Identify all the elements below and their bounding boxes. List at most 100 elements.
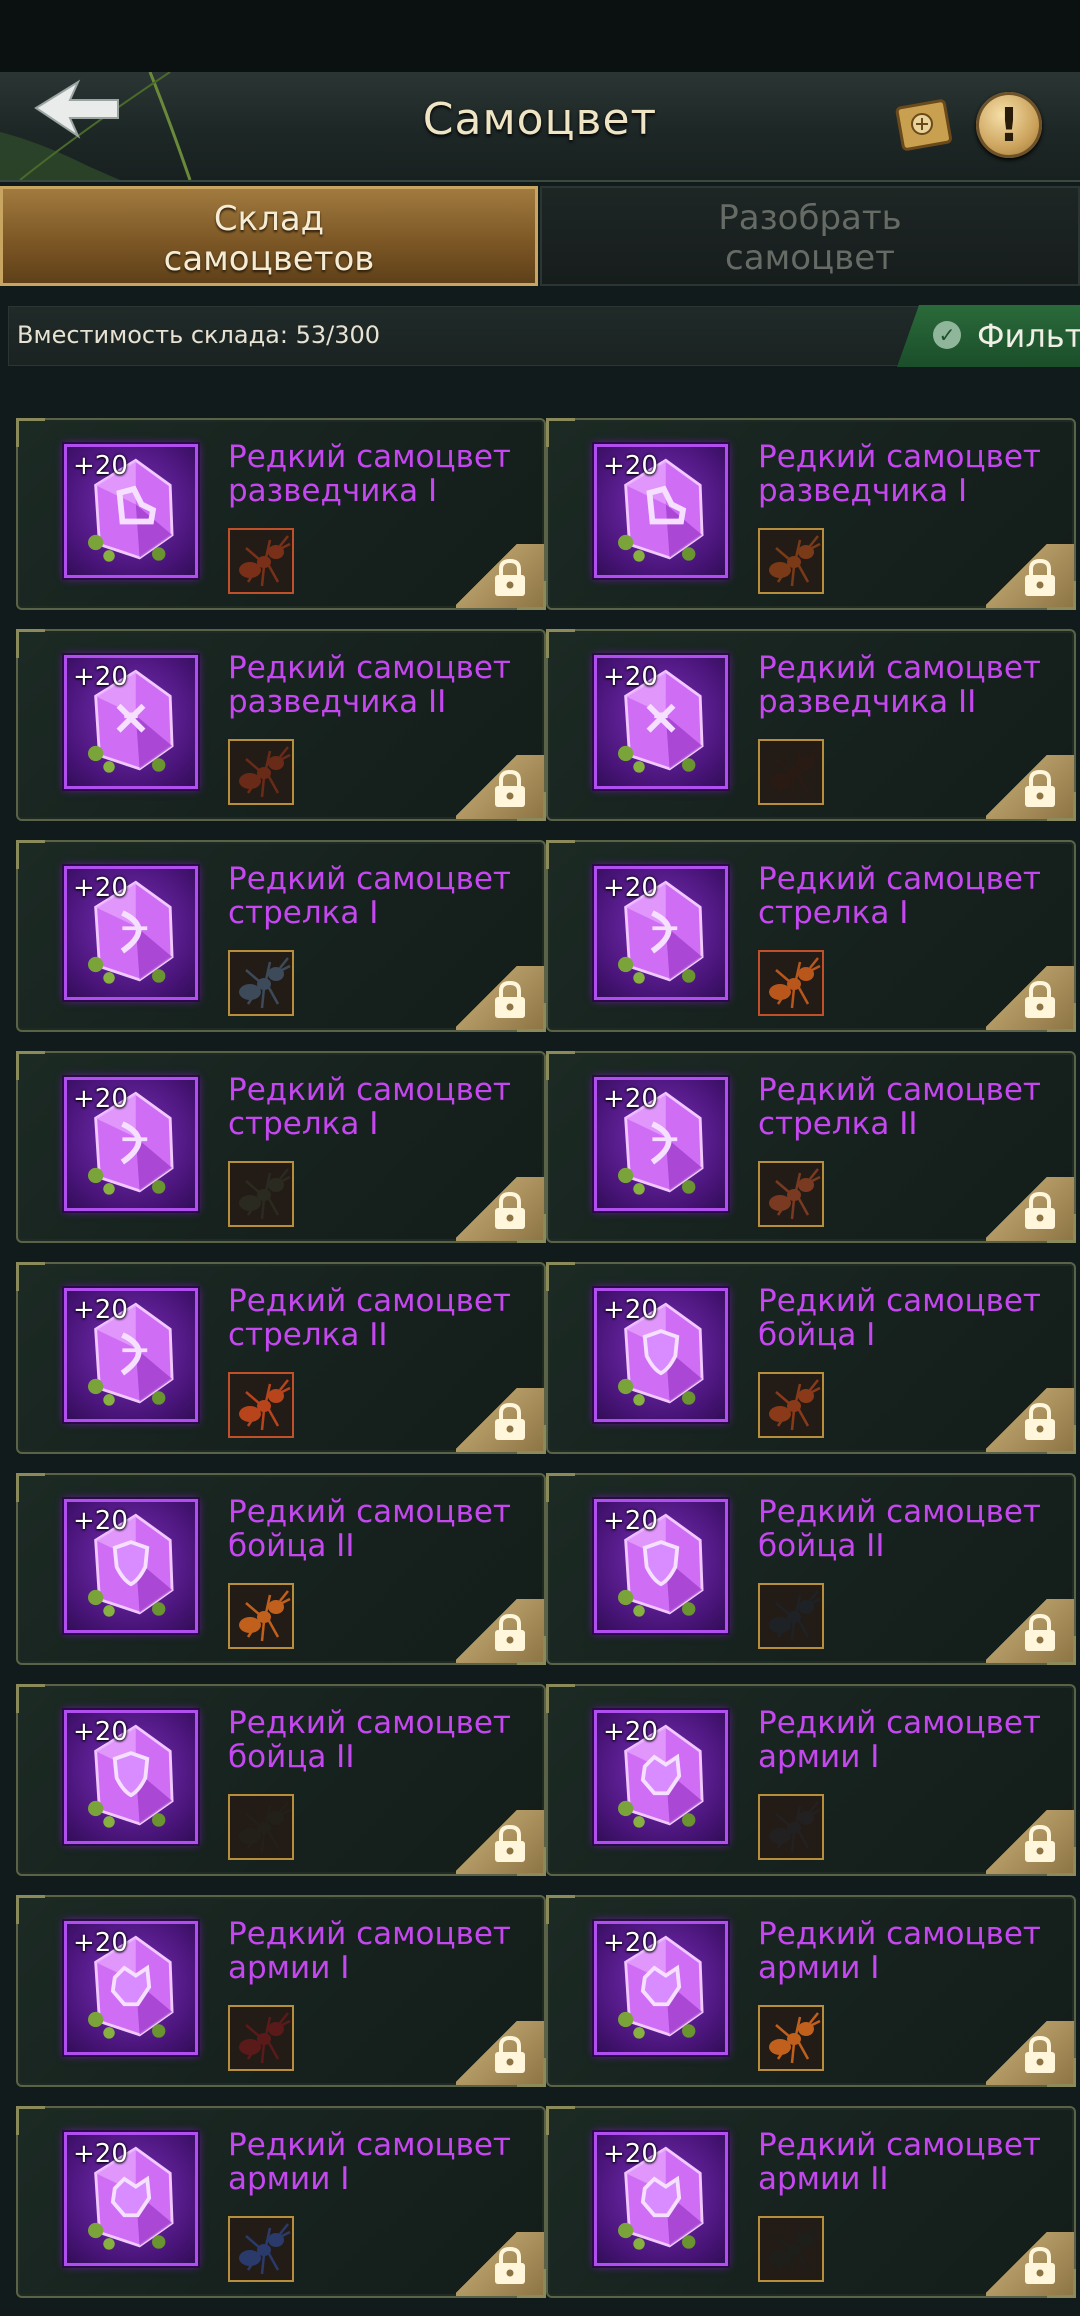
- unit-thumbnail: [228, 739, 294, 805]
- lock-toggle[interactable]: [986, 544, 1074, 608]
- lock-toggle[interactable]: [456, 1810, 544, 1874]
- ant-unit-icon: [760, 530, 822, 592]
- tab-disassemble-gem[interactable]: Разобрать самоцвет: [540, 186, 1080, 286]
- gem-card[interactable]: +20 Редкий самоцвет разведчика I: [16, 418, 546, 610]
- unit-thumbnail: [758, 528, 824, 594]
- unit-thumbnail: [758, 1372, 824, 1438]
- gem-name-line2: разведчика II: [758, 684, 977, 720]
- journal-button[interactable]: [892, 94, 956, 158]
- lock-icon: [495, 980, 525, 1018]
- ant-unit-icon: [760, 741, 822, 803]
- lock-toggle[interactable]: [986, 1177, 1074, 1241]
- gem-name-line2: разведчика I: [758, 473, 968, 509]
- lock-toggle[interactable]: [986, 1599, 1074, 1663]
- lock-toggle[interactable]: [456, 755, 544, 819]
- gem-bonus-label: +20: [603, 1506, 658, 1536]
- gem-name-line1: Редкий самоцвет: [228, 861, 511, 897]
- gem-bonus-label: +20: [73, 451, 128, 481]
- gem-card[interactable]: +20 Редкий самоцвет армии I: [16, 2106, 546, 2298]
- gem-card[interactable]: +20 Редкий самоцвет армии II: [546, 2106, 1076, 2298]
- gem-card[interactable]: +20 Редкий самоцвет стрелка I: [16, 1051, 546, 1243]
- lock-icon: [1025, 558, 1055, 596]
- unit-thumbnail: [228, 1583, 294, 1649]
- lock-toggle[interactable]: [986, 966, 1074, 1030]
- lock-icon: [495, 1402, 525, 1440]
- unit-thumbnail: [228, 1794, 294, 1860]
- gem-card[interactable]: +20 Редкий самоцвет армии I: [16, 1895, 546, 2087]
- tab-gem-storage[interactable]: Склад самоцветов: [0, 186, 538, 286]
- gem-card[interactable]: +20 Редкий самоцвет разведчика I: [546, 418, 1076, 610]
- gem-card[interactable]: +20 Редкий самоцвет армии I: [546, 1895, 1076, 2087]
- help-button[interactable]: !: [976, 92, 1042, 158]
- gem-icon-frame: +20: [594, 1499, 728, 1633]
- gem-bonus-label: +20: [73, 1506, 128, 1536]
- lock-toggle[interactable]: [986, 755, 1074, 819]
- gem-name: Редкий самоцвет разведчика II: [758, 651, 1058, 719]
- gem-icon-frame: +20: [594, 444, 728, 578]
- lock-toggle[interactable]: [986, 2021, 1074, 2085]
- storage-capacity-bar: Вместимость склада: 53/300 ✓ Фильт: [8, 305, 1080, 367]
- lock-toggle[interactable]: [986, 1810, 1074, 1874]
- gem-name-line1: Редкий самоцвет: [228, 1916, 511, 1952]
- gem-card[interactable]: +20 Редкий самоцвет стрелка I: [16, 840, 546, 1032]
- ant-unit-icon: [230, 952, 292, 1014]
- gem-name-line1: Редкий самоцвет: [758, 650, 1041, 686]
- check-circle-icon: ✓: [933, 321, 961, 349]
- gem-name-line1: Редкий самоцвет: [758, 861, 1041, 897]
- gem-name-line1: Редкий самоцвет: [758, 1072, 1041, 1108]
- ant-unit-icon: [230, 530, 292, 592]
- gem-name: Редкий самоцвет бойца II: [758, 1495, 1058, 1563]
- unit-thumbnail: [228, 2216, 294, 2282]
- gem-name-line1: Редкий самоцвет: [758, 439, 1041, 475]
- ant-unit-icon: [760, 2007, 822, 2069]
- gem-name-line1: Редкий самоцвет: [228, 650, 511, 686]
- lock-toggle[interactable]: [456, 1177, 544, 1241]
- status-bar-area: [0, 0, 1080, 72]
- unit-thumbnail: [758, 950, 824, 1016]
- gem-card[interactable]: +20 Редкий самоцвет бойца II: [16, 1473, 546, 1665]
- gem-card[interactable]: +20 Редкий самоцвет бойца II: [546, 1473, 1076, 1665]
- ant-unit-icon: [760, 1585, 822, 1647]
- gem-name: Редкий самоцвет стрелка I: [228, 862, 528, 930]
- lock-toggle[interactable]: [456, 1388, 544, 1452]
- lock-toggle[interactable]: [986, 2232, 1074, 2296]
- gem-icon-frame: +20: [594, 866, 728, 1000]
- lock-toggle[interactable]: [456, 544, 544, 608]
- gem-card[interactable]: +20 Редкий самоцвет стрелка I: [546, 840, 1076, 1032]
- gem-name-line2: стрелка I: [228, 895, 379, 931]
- gem-card[interactable]: +20 Редкий самоцвет стрелка II: [16, 1262, 546, 1454]
- gem-card[interactable]: +20 Редкий самоцвет стрелка II: [546, 1051, 1076, 1243]
- lock-icon: [495, 1824, 525, 1862]
- gem-bonus-label: +20: [603, 1928, 658, 1958]
- gem-name: Редкий самоцвет армии I: [758, 1917, 1058, 1985]
- gem-name: Редкий самоцвет разведчика II: [228, 651, 528, 719]
- gem-bonus-label: +20: [603, 662, 658, 692]
- lock-toggle[interactable]: [456, 2021, 544, 2085]
- ant-unit-icon: [760, 1796, 822, 1858]
- gem-card[interactable]: +20 Редкий самоцвет бойца II: [16, 1684, 546, 1876]
- gem-card[interactable]: +20 Редкий самоцвет разведчика II: [546, 629, 1076, 821]
- gem-card[interactable]: +20 Редкий самоцвет разведчика II: [16, 629, 546, 821]
- gem-icon-frame: +20: [64, 1077, 198, 1211]
- gem-card[interactable]: +20 Редкий самоцвет армии I: [546, 1684, 1076, 1876]
- lock-toggle[interactable]: [986, 1388, 1074, 1452]
- gem-name: Редкий самоцвет армии II: [758, 2128, 1058, 2196]
- journal-book-icon: [895, 99, 952, 151]
- gem-name: Редкий самоцвет стрелка II: [758, 1073, 1058, 1141]
- gem-name-line1: Редкий самоцвет: [228, 2127, 511, 2163]
- filter-button[interactable]: ✓ Фильт: [897, 305, 1080, 367]
- gem-card[interactable]: +20 Редкий самоцвет бойца I: [546, 1262, 1076, 1454]
- ant-unit-icon: [230, 741, 292, 803]
- lock-toggle[interactable]: [456, 2232, 544, 2296]
- exclamation-icon: !: [998, 98, 1020, 152]
- gem-icon-frame: +20: [64, 866, 198, 1000]
- lock-icon: [495, 558, 525, 596]
- unit-thumbnail: [758, 1794, 824, 1860]
- unit-thumbnail: [758, 2216, 824, 2282]
- unit-thumbnail: [758, 739, 824, 805]
- gem-icon-frame: +20: [594, 2132, 728, 2266]
- ant-unit-icon: [230, 1163, 292, 1225]
- lock-toggle[interactable]: [456, 966, 544, 1030]
- gem-name-line1: Редкий самоцвет: [758, 1283, 1041, 1319]
- lock-toggle[interactable]: [456, 1599, 544, 1663]
